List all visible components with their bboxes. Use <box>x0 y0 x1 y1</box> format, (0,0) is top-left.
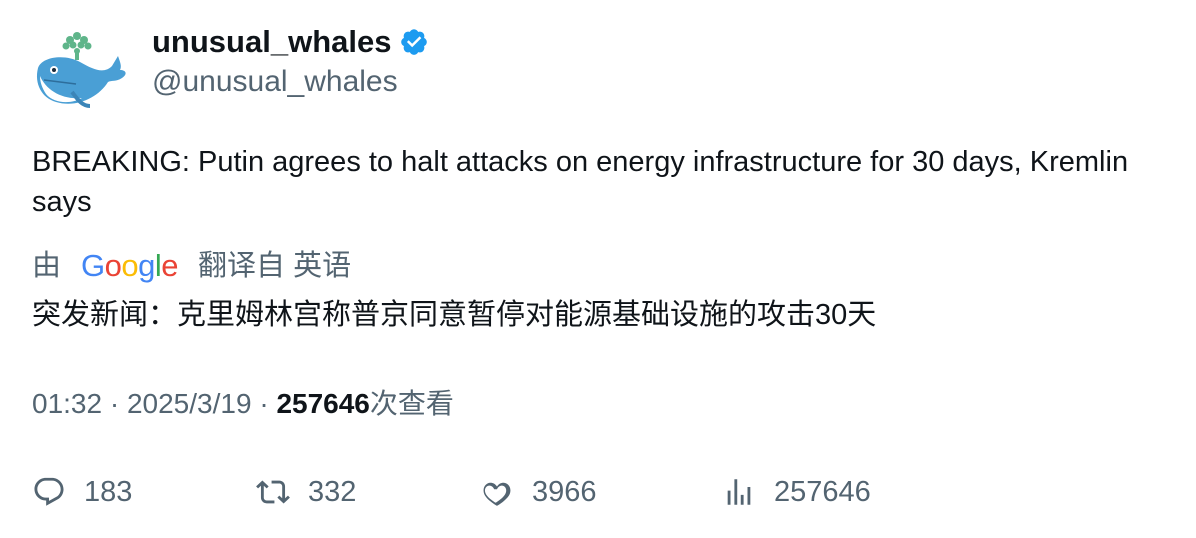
tweet-text: BREAKING: Putin agrees to halt attacks o… <box>32 146 1129 218</box>
reply-icon <box>34 477 64 506</box>
author-name-row[interactable]: unusual_whales <box>152 22 429 62</box>
tweet-date[interactable]: 2025/3/19 <box>127 388 252 419</box>
like-icon <box>483 482 511 506</box>
translated-text: 突发新闻：克里姆林宫称普京同意暂停对能源基础设施的攻击30天 <box>32 299 877 331</box>
translation-suffix: 翻译自 英语 <box>198 250 352 282</box>
retweet-count: 332 <box>308 475 357 508</box>
views-chart-icon <box>727 479 751 505</box>
action-bar: 183 332 3966 257646 <box>32 470 1172 514</box>
tweet-meta: 01:32 · 2025/3/19 · 257646次查看 <box>32 384 454 424</box>
google-logo: Google <box>81 248 179 283</box>
tweet-time[interactable]: 01:32 <box>32 388 102 419</box>
translation-attribution[interactable]: 由 Google 翻译自 英语 <box>32 246 351 286</box>
retweet-icon <box>256 480 290 504</box>
reply-count: 183 <box>84 475 133 508</box>
like-button[interactable]: 3966 <box>480 470 597 514</box>
verified-badge-icon <box>401 29 428 55</box>
meta-separator: · <box>259 388 269 419</box>
translation-prefix: 由 <box>32 250 62 282</box>
reply-button[interactable]: 183 <box>32 470 132 514</box>
views-button[interactable]: 257646 <box>722 470 871 514</box>
view-count-label: 次查看 <box>369 388 454 419</box>
retweet-button[interactable]: 332 <box>256 470 356 514</box>
avatar[interactable] <box>32 26 128 114</box>
whale-avatar-icon <box>36 32 126 108</box>
author-display-name[interactable]: unusual_whales <box>152 22 391 62</box>
like-count: 3966 <box>532 475 597 508</box>
view-count: 257646 <box>276 388 370 419</box>
meta-separator: · <box>109 388 120 419</box>
author-handle[interactable]: @unusual_whales <box>152 62 398 102</box>
views-count: 257646 <box>774 475 871 508</box>
